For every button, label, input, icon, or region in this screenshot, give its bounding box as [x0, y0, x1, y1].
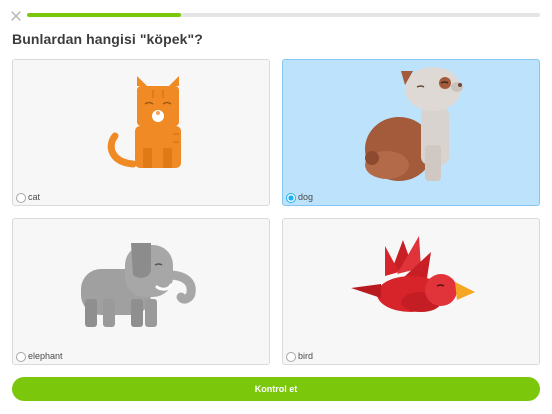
option-card-elephant[interactable]: elephant — [12, 218, 270, 365]
progress-fill — [27, 13, 181, 17]
option-radio[interactable] — [16, 193, 26, 203]
check-button[interactable]: Kontrol et — [12, 377, 540, 401]
option-card-cat[interactable]: cat — [12, 59, 270, 206]
dog-illustration — [365, 67, 463, 181]
option-label: cat — [28, 192, 41, 202]
option-label: dog — [298, 192, 314, 202]
option-card-dog[interactable]: dog — [282, 59, 540, 206]
option-radio[interactable] — [286, 193, 296, 203]
option-label: elephant — [28, 351, 63, 361]
option-label: bird — [298, 351, 314, 361]
close-icon[interactable] — [9, 9, 23, 23]
option-radio[interactable] — [286, 352, 296, 362]
bird-illustration — [351, 236, 475, 312]
option-card-bird[interactable]: bird — [282, 218, 540, 365]
option-radio[interactable] — [16, 352, 26, 362]
elephant-illustration — [81, 243, 196, 327]
question-prompt: Bunlardan hangisi "köpek"? — [12, 31, 203, 47]
cat-illustration — [107, 76, 181, 168]
progress-bar — [27, 13, 540, 17]
